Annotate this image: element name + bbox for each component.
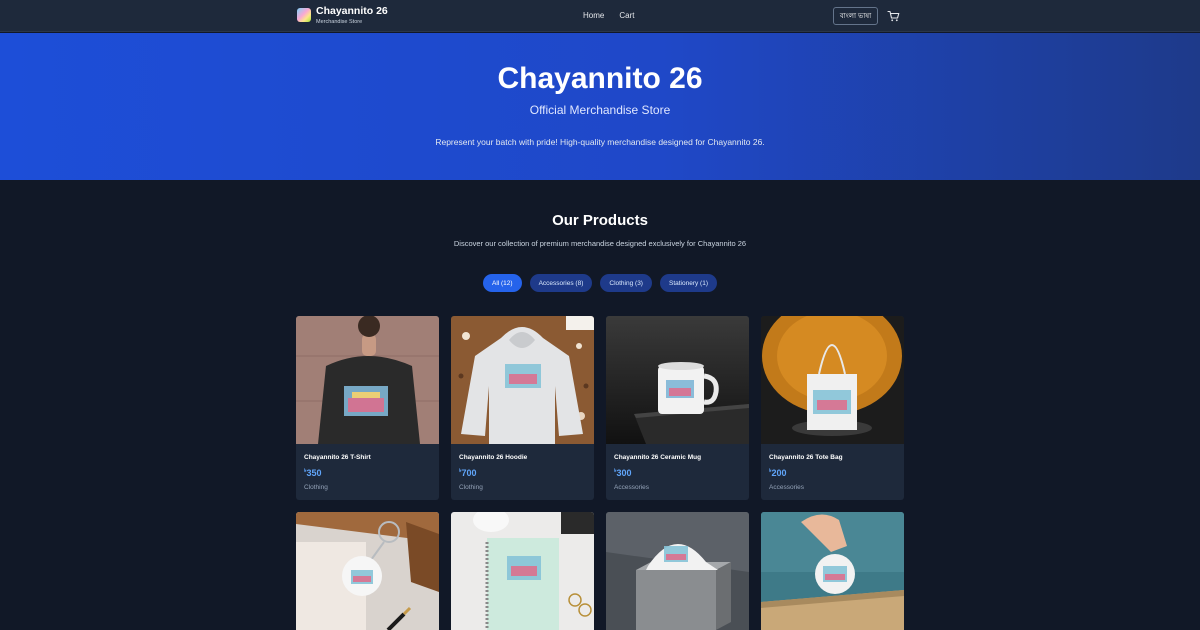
- product-price: ৳700: [459, 468, 477, 478]
- filter-stationery[interactable]: Stationery (1): [659, 274, 718, 292]
- navbar: Chayannito 26 Merchandise Store Home Car…: [0, 0, 1200, 32]
- product-card-mug[interactable]: Chayannito 26 Ceramic Mug ৳300 Accessori…: [606, 316, 749, 500]
- product-image-cap[interactable]: [606, 512, 749, 630]
- brand-title: Chayannito 26: [316, 5, 388, 17]
- hero-title: Chayannito 26: [497, 62, 703, 95]
- product-name[interactable]: Chayannito 26 Ceramic Mug: [614, 454, 701, 461]
- filter-accessories[interactable]: Accessories (8): [529, 274, 593, 292]
- cart-icon[interactable]: [887, 10, 900, 22]
- nav-link-cart[interactable]: Cart: [619, 11, 634, 20]
- nav-links: Home Cart: [583, 11, 634, 20]
- product-card-sticker[interactable]: [761, 512, 904, 630]
- products-section-subtitle: Discover our collection of premium merch…: [453, 239, 747, 248]
- product-price: ৳300: [614, 468, 632, 478]
- product-name[interactable]: Chayannito 26 Hoodie: [459, 454, 527, 461]
- product-card-hoodie[interactable]: Chayannito 26 Hoodie ৳700 Clothing: [451, 316, 594, 500]
- hero-description: Represent your batch with pride! High-qu…: [435, 137, 765, 147]
- product-name[interactable]: Chayannito 26 T-Shirt: [304, 454, 371, 461]
- category-filters: All (12) Accessories (8) Clothing (3) St…: [0, 274, 1200, 292]
- product-card-notebook[interactable]: [451, 512, 594, 630]
- filter-clothing[interactable]: Clothing (3): [600, 274, 652, 292]
- product-category: Accessories: [769, 484, 805, 491]
- product-card-keychain[interactable]: [296, 512, 439, 630]
- product-card-tote-bag[interactable]: Chayannito 26 Tote Bag ৳200 Accessories: [761, 316, 904, 500]
- product-image-keychain[interactable]: [296, 512, 439, 630]
- product-price: ৳200: [769, 468, 787, 478]
- product-category: Clothing: [304, 484, 328, 491]
- product-image-mug[interactable]: [606, 316, 749, 444]
- product-category: Clothing: [459, 484, 483, 491]
- product-image-hoodie[interactable]: [451, 316, 594, 444]
- product-card-tshirt[interactable]: Chayannito 26 T-Shirt ৳350 Clothing: [296, 316, 439, 500]
- brand[interactable]: Chayannito 26 Merchandise Store: [297, 5, 388, 26]
- product-price: ৳350: [304, 468, 322, 478]
- language-toggle-button[interactable]: বাংলা ভাষা: [833, 7, 878, 25]
- product-card-cap[interactable]: [606, 512, 749, 630]
- product-image-tshirt[interactable]: [296, 316, 439, 444]
- products-section-title: Our Products: [552, 212, 648, 229]
- nav-link-home[interactable]: Home: [583, 11, 604, 20]
- hero-subtitle: Official Merchandise Store: [529, 103, 671, 117]
- product-image-sticker[interactable]: [761, 512, 904, 630]
- filter-all[interactable]: All (12): [482, 274, 522, 292]
- product-category: Accessories: [614, 484, 650, 491]
- product-image-tote-bag[interactable]: [761, 316, 904, 444]
- product-image-notebook[interactable]: [451, 512, 594, 630]
- hero-banner: Chayannito 26 Official Merchandise Store…: [0, 33, 1200, 180]
- brand-subtitle: Merchandise Store: [316, 19, 363, 25]
- product-name[interactable]: Chayannito 26 Tote Bag: [769, 454, 843, 461]
- brand-logo: [297, 8, 311, 22]
